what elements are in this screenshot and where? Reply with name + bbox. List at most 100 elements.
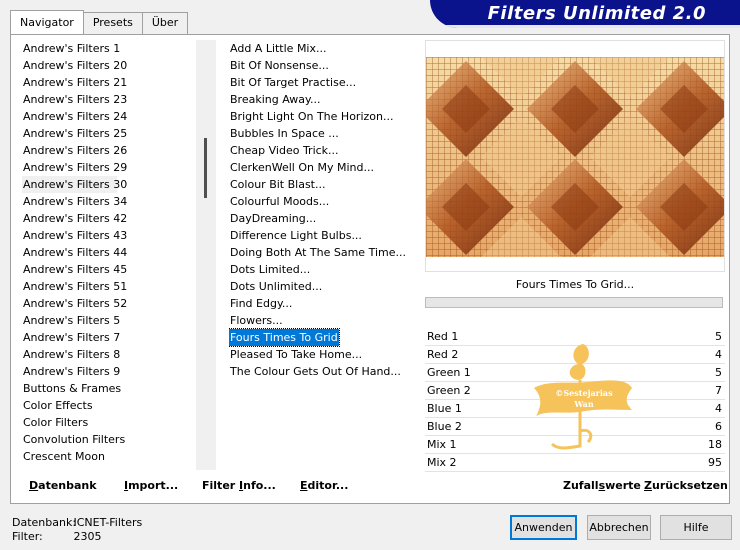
param-name: Mix 2 bbox=[427, 456, 457, 469]
param-name: Blue 1 bbox=[427, 402, 462, 415]
status-database: Datenbank: ICNET-Filters bbox=[12, 516, 142, 529]
preview-pattern bbox=[426, 57, 724, 257]
status-database-value: ICNET-Filters bbox=[73, 516, 143, 529]
param-name: Red 2 bbox=[427, 348, 459, 361]
filter-item[interactable]: Difference Light Bulbs... bbox=[229, 227, 419, 244]
parameter-list: Red 1 5 Red 2 4 Green 1 5 Green 2 7 Blue 1 4 Blue … bbox=[425, 328, 725, 472]
category-item[interactable]: Andrew's Filters 8 bbox=[22, 346, 202, 363]
category-item[interactable]: Andrew's Filters 9 bbox=[22, 363, 202, 380]
filter-item[interactable]: Doing Both At The Same Time... bbox=[229, 244, 419, 261]
param-name: Blue 2 bbox=[427, 420, 462, 433]
banner-title: Filters Unlimited 2.0 bbox=[487, 3, 706, 24]
status-filter-label: Filter: bbox=[12, 530, 43, 543]
category-item[interactable]: Andrew's Filters 34 bbox=[22, 193, 202, 210]
category-item[interactable]: Andrew's Filters 52 bbox=[22, 295, 202, 312]
category-item[interactable]: Andrew's Filters 45 bbox=[22, 261, 202, 278]
category-item[interactable]: Andrew's Filters 43 bbox=[22, 227, 202, 244]
filter-item[interactable]: Bit Of Nonsense... bbox=[229, 57, 419, 74]
param-value: 4 bbox=[715, 402, 722, 415]
category-item[interactable]: Andrew's Filters 7 bbox=[22, 329, 202, 346]
status-database-label: Datenbank: bbox=[12, 516, 77, 529]
param-name: Green 1 bbox=[427, 366, 471, 379]
filter-item[interactable]: Colourful Moods... bbox=[229, 193, 419, 210]
category-item[interactable]: Color Filters bbox=[22, 414, 202, 431]
param-value: 5 bbox=[715, 330, 722, 343]
filter-info-button[interactable]: Filter Info... bbox=[202, 479, 276, 492]
filter-item[interactable]: DayDreaming... bbox=[229, 210, 419, 227]
category-item[interactable]: Andrew's Filters 25 bbox=[22, 125, 202, 142]
tab-presets[interactable]: Presets bbox=[82, 12, 143, 34]
filter-item[interactable]: ClerkenWell On My Mind... bbox=[229, 159, 419, 176]
cancel-button[interactable]: Abbrechen bbox=[587, 515, 651, 540]
filter-item[interactable]: Flowers... bbox=[229, 312, 419, 329]
param-value: 6 bbox=[715, 420, 722, 433]
title-banner: Filters Unlimited 2.0 bbox=[430, 0, 740, 28]
filter-item[interactable]: Colour Bit Blast... bbox=[229, 176, 419, 193]
param-value: 5 bbox=[715, 366, 722, 379]
database-button[interactable]: Datenbank bbox=[29, 479, 97, 492]
category-item[interactable]: Buttons & Frames bbox=[22, 380, 202, 397]
param-value: 4 bbox=[715, 348, 722, 361]
category-item[interactable]: Andrew's Filters 23 bbox=[22, 91, 202, 108]
param-row[interactable]: Mix 1 18 bbox=[425, 436, 725, 454]
filter-item[interactable]: Pleased To Take Home... bbox=[229, 346, 419, 363]
filter-item[interactable]: Bubbles In Space ... bbox=[229, 125, 419, 142]
preview-image bbox=[425, 40, 725, 272]
param-row[interactable]: Blue 2 6 bbox=[425, 418, 725, 436]
category-item[interactable]: Andrew's Filters 42 bbox=[22, 210, 202, 227]
filter-item[interactable]: The Colour Gets Out Of Hand... bbox=[229, 363, 419, 380]
filter-item[interactable]: Add A Little Mix... bbox=[229, 40, 419, 57]
filter-scroll-thumb[interactable] bbox=[204, 138, 207, 198]
param-row[interactable]: Mix 2 95 bbox=[425, 454, 725, 472]
param-name: Red 1 bbox=[427, 330, 459, 343]
category-item[interactable]: Convolution Filters bbox=[22, 431, 202, 448]
import-button[interactable]: Import... bbox=[124, 479, 178, 492]
editor-button[interactable]: Editor... bbox=[300, 479, 348, 492]
apply-button[interactable]: Anwenden bbox=[510, 515, 577, 540]
category-item[interactable]: Andrew's Filters 5 bbox=[22, 312, 202, 329]
param-value: 95 bbox=[708, 456, 722, 469]
param-row[interactable]: Red 2 4 bbox=[425, 346, 725, 364]
category-item[interactable]: Andrew's Filters 51 bbox=[22, 278, 202, 295]
param-row[interactable]: Green 1 5 bbox=[425, 364, 725, 382]
filter-item[interactable]: Dots Limited... bbox=[229, 261, 419, 278]
category-item[interactable]: Andrew's Filters 20 bbox=[22, 57, 202, 74]
param-name: Green 2 bbox=[427, 384, 471, 397]
param-name: Mix 1 bbox=[427, 438, 457, 451]
progress-bar bbox=[425, 297, 723, 308]
param-row[interactable]: Red 1 5 bbox=[425, 328, 725, 346]
tab-navigator[interactable]: Navigator bbox=[10, 10, 84, 34]
pattern-shape bbox=[426, 57, 724, 257]
filter-item[interactable]: Find Edgy... bbox=[229, 295, 419, 312]
category-item[interactable]: Andrew's Filters 21 bbox=[22, 74, 202, 91]
filter-item[interactable]: Fours Times To Grid... bbox=[229, 328, 348, 347]
category-item[interactable]: Color Effects bbox=[22, 397, 202, 414]
help-button[interactable]: Hilfe bbox=[660, 515, 732, 540]
category-list[interactable]: Andrew's Filters 1 Andrew's Filters 20 And… bbox=[22, 40, 202, 470]
filter-item[interactable]: Cheap Video Trick... bbox=[229, 142, 419, 159]
category-item[interactable]: Andrew's Filters 44 bbox=[22, 244, 202, 261]
status-filter: Filter: 2305 bbox=[12, 530, 102, 543]
param-row[interactable]: Blue 1 4 bbox=[425, 400, 725, 418]
filter-item[interactable]: Dots Unlimited... bbox=[229, 278, 419, 295]
category-item[interactable]: Andrew's Filters 1 bbox=[22, 40, 202, 57]
param-value: 7 bbox=[715, 384, 722, 397]
status-filter-value: 2305 bbox=[73, 530, 102, 543]
tab-about[interactable]: Über bbox=[141, 12, 189, 34]
category-item[interactable]: Andrew's Filters 24 bbox=[22, 108, 202, 125]
param-row[interactable]: Green 2 7 bbox=[425, 382, 725, 400]
filter-list[interactable]: Add A Little Mix... Bit Of Nonsense... Bit… bbox=[229, 40, 419, 470]
category-item[interactable]: Andrew's Filters 26 bbox=[22, 142, 202, 159]
randomize-button[interactable]: Zufallswerte bbox=[563, 479, 641, 492]
filter-item[interactable]: Breaking Away... bbox=[229, 91, 419, 108]
category-item[interactable]: Crescent Moon bbox=[22, 448, 202, 465]
filter-item[interactable]: Bright Light On The Horizon... bbox=[229, 108, 419, 125]
param-value: 18 bbox=[708, 438, 722, 451]
reset-button[interactable]: Zurücksetzen bbox=[644, 479, 728, 492]
tab-bar: Navigator Presets Über bbox=[10, 10, 189, 34]
filter-scrollbar[interactable] bbox=[204, 40, 216, 470]
category-item[interactable]: Andrew's Filters 29 bbox=[22, 159, 202, 176]
category-item[interactable]: Andrew's Filters 30 bbox=[22, 176, 127, 193]
filter-name-display: Fours Times To Grid... bbox=[515, 278, 635, 291]
filter-item[interactable]: Bit Of Target Practise... bbox=[229, 74, 419, 91]
